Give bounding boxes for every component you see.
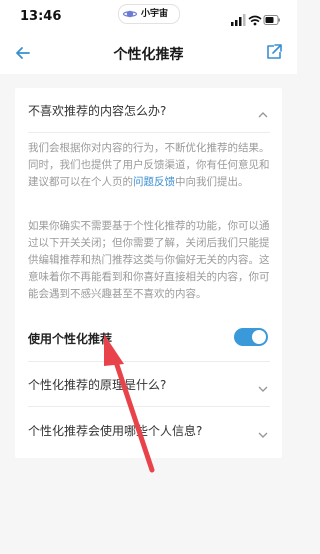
battery-icon [263, 15, 280, 25]
share-icon[interactable] [265, 43, 283, 61]
chevron-up-icon [258, 105, 268, 118]
app-pill: 小宇宙 [118, 4, 180, 24]
signal-icon [231, 14, 246, 26]
personalized-toggle[interactable] [234, 328, 268, 346]
faq-question: 个性化推荐的原理是什么? [28, 378, 167, 392]
faq-item-personal-info[interactable]: 个性化推荐会使用哪些个人信息? [15, 408, 282, 452]
faq-question: 不喜欢推荐的内容怎么办? [28, 104, 167, 118]
chevron-down-icon [258, 425, 268, 438]
feedback-link[interactable]: 问题反馈 [133, 176, 175, 188]
faq-answer-paragraph-1: 我们会根据你对内容的行为，不断优化推荐的结果。同时，我们也提供了用户反馈渠道，你… [28, 140, 271, 191]
faq-list: 不喜欢推荐的内容怎么办? 我们会根据你对内容的行为，不断优化推荐的结果。同时，我… [15, 88, 282, 458]
status-icons [231, 11, 281, 26]
status-time: 13:46 [20, 9, 62, 24]
personalized-toggle-label: 使用个性化推荐 [28, 332, 113, 346]
faq-answer-paragraph-2: 如果你确实不需要基于个性化推荐的功能，你可以通过以下开关关闭；但你需要了解，关闭… [28, 220, 270, 300]
page-title: 个性化推荐 [113, 47, 184, 63]
faq-question: 个性化推荐会使用哪些个人信息? [28, 424, 203, 438]
answer-text: 中向我们提出。 [175, 176, 249, 188]
nav-bar: 个性化推荐 [0, 34, 297, 74]
faq-item-principle[interactable]: 个性化推荐的原理是什么? [15, 362, 282, 406]
chevron-down-icon [258, 379, 268, 392]
planet-icon [122, 8, 138, 27]
status-bar: 13:46 小宇宙 [0, 0, 297, 34]
divider [28, 132, 270, 133]
wifi-icon [248, 15, 262, 26]
toggle-knob [252, 330, 266, 344]
faq-item-dislike-content[interactable]: 不喜欢推荐的内容怎么办? [15, 88, 282, 132]
app-pill-label: 小宇宙 [141, 9, 169, 19]
divider [28, 406, 270, 407]
